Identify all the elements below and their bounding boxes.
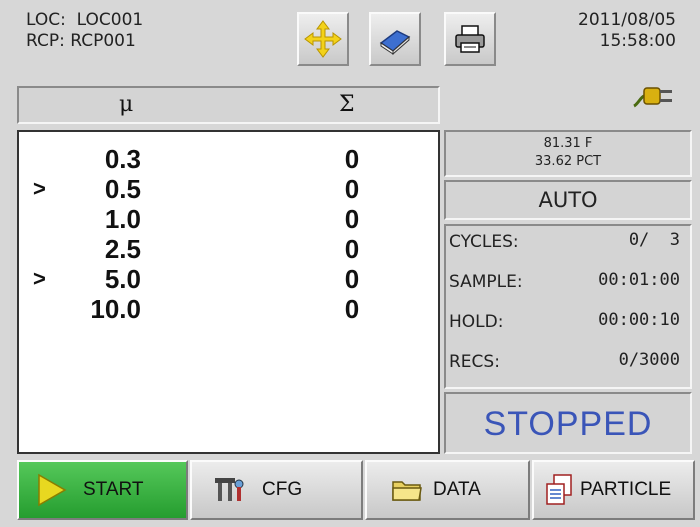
sample-label: SAMPLE: — [449, 272, 523, 292]
recs-value: 0/3000 — [618, 350, 680, 370]
sample-settings-panel: CYCLES: 0/ 3 SAMPLE: 00:01:00 HOLD: 00:0… — [444, 224, 692, 389]
cfg-label: CFG — [262, 479, 303, 500]
cycles-label: CYCLES: — [449, 232, 519, 252]
size-column-header: μ — [119, 92, 134, 117]
power-plug — [632, 80, 676, 114]
status-display: STOPPED — [444, 392, 692, 454]
list-item[interactable]: 0.3 0 — [19, 144, 438, 174]
loc-value: LOC001 — [76, 10, 144, 30]
particle-size: 1.0 — [104, 204, 141, 234]
particle-size: 2.5 — [104, 234, 141, 264]
book-icon — [379, 30, 411, 55]
print-button[interactable] — [444, 12, 496, 66]
list-item[interactable]: 10.0 0 — [19, 294, 438, 324]
recs-label: RECS: — [449, 352, 500, 372]
start-button[interactable]: START — [17, 460, 188, 520]
play-icon — [37, 473, 67, 507]
list-item[interactable]: 1.0 0 — [19, 204, 438, 234]
particle-label: PARTICLE — [580, 479, 672, 500]
cycles-value: 0/ 3 — [628, 230, 680, 250]
temperature-text: 81.31 F — [543, 136, 593, 151]
mode-display[interactable]: AUTO — [444, 180, 692, 220]
particle-count: 0 — [344, 294, 360, 324]
loc-label: LOC: — [26, 10, 66, 30]
cycles-stat: CYCLES: 0/ 3 — [449, 228, 680, 258]
list-item[interactable]: > 5.0 0 — [19, 264, 438, 294]
recs-stat: RECS: 0/3000 — [449, 348, 680, 378]
particle-count: 0 — [344, 174, 360, 204]
data-label: DATA — [433, 479, 481, 500]
date-text: 2011/08/05 — [578, 10, 676, 30]
particle-count: 0 — [344, 264, 360, 294]
particle-size: 5.0 — [104, 264, 141, 294]
time-text: 15:58:00 — [599, 31, 676, 51]
rcp-label: RCP: — [26, 31, 65, 51]
row-marker: > — [33, 266, 46, 291]
book-button[interactable] — [369, 12, 421, 66]
row-marker: > — [33, 176, 46, 201]
data-button[interactable]: DATA — [365, 460, 530, 520]
humidity-text: 33.62 PCT — [534, 154, 602, 169]
particle-size: 0.3 — [104, 144, 141, 174]
particle-count-list: 0.3 0 > 0.5 0 1.0 0 2.5 0 > 5.0 0 10.0 0 — [17, 130, 440, 454]
header-info: LOC: LOC001 RCP: RCP001 — [26, 10, 143, 52]
sample-value: 00:01:00 — [598, 270, 680, 290]
rcp-value: RCP001 — [70, 31, 136, 51]
particle-count: 0 — [344, 204, 360, 234]
count-column-header: Σ — [339, 92, 355, 117]
hold-stat: HOLD: 00:00:10 — [449, 308, 680, 338]
tools-icon — [212, 475, 246, 505]
particle-button[interactable]: PARTICLE — [532, 460, 695, 520]
datetime: 2011/08/05 15:58:00 — [578, 10, 676, 52]
sample-stat: SAMPLE: 00:01:00 — [449, 268, 680, 298]
hold-label: HOLD: — [449, 312, 504, 332]
recipe-line: RCP: RCP001 — [26, 31, 143, 52]
move-arrows-icon — [304, 20, 342, 58]
particle-size: 0.5 — [104, 174, 141, 204]
environment-panel: 81.31 F 33.62 PCT — [444, 130, 692, 177]
location-line: LOC: LOC001 — [26, 10, 143, 31]
table-header: μ Σ — [17, 86, 440, 124]
hold-value: 00:00:10 — [598, 310, 680, 330]
list-item[interactable]: 2.5 0 — [19, 234, 438, 264]
particle-count: 0 — [344, 234, 360, 264]
move-button[interactable] — [297, 12, 349, 66]
particle-count: 0 — [344, 144, 360, 174]
documents-icon — [544, 473, 574, 507]
list-item[interactable]: > 0.5 0 — [19, 174, 438, 204]
particle-size: 10.0 — [90, 294, 141, 324]
power-plug-icon — [633, 87, 672, 108]
start-label: START — [83, 479, 144, 500]
folder-icon — [391, 477, 423, 503]
printer-icon — [455, 25, 485, 53]
cfg-button[interactable]: CFG — [190, 460, 363, 520]
